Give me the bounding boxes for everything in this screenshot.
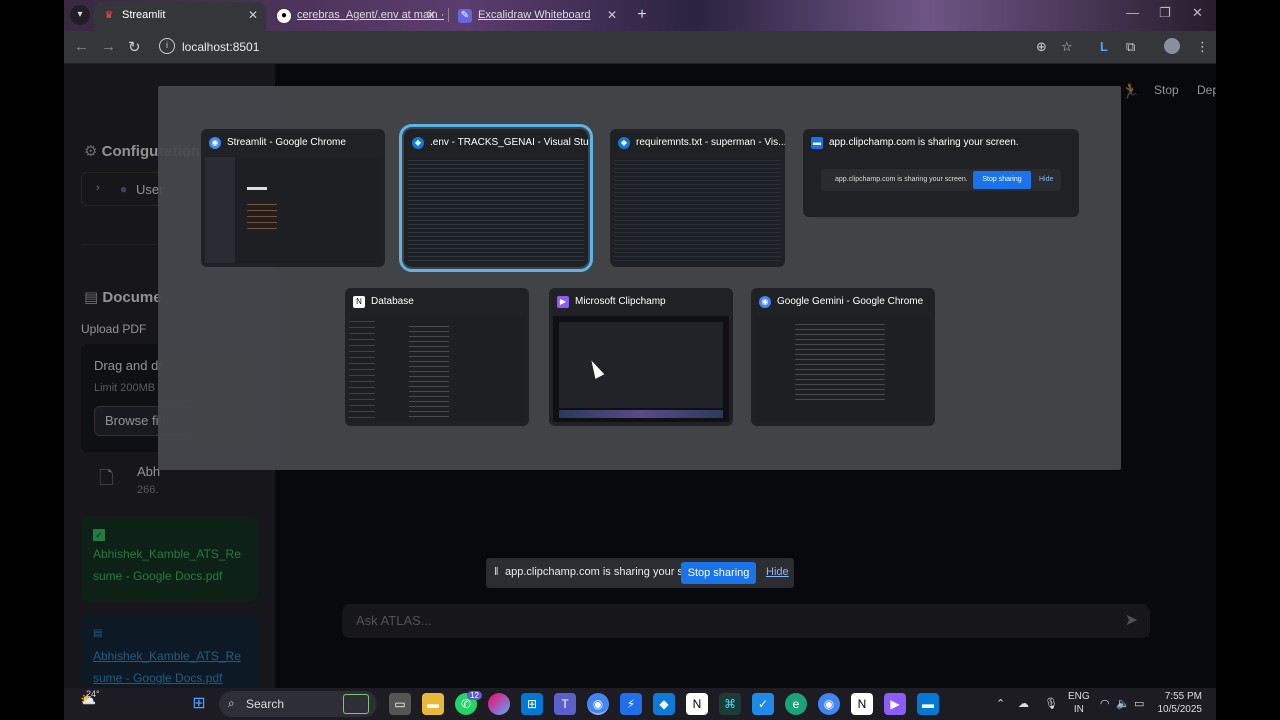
store-icon[interactable]: ⊞ — [521, 693, 543, 715]
window-preview — [755, 316, 931, 422]
close-icon[interactable]: ✕ — [607, 2, 617, 29]
profile-avatar[interactable] — [1164, 38, 1180, 54]
copilot-icon[interactable] — [488, 693, 510, 715]
close-icon[interactable]: ✕ — [248, 2, 258, 29]
star-icon[interactable]: ☆ — [1061, 39, 1073, 55]
zoom-icon[interactable]: ⊕ — [1036, 39, 1047, 55]
edge-icon[interactable]: e — [785, 693, 807, 715]
search-icon: ⌕ — [228, 696, 235, 710]
mic-icon[interactable]: 🎙 — [1044, 697, 1058, 710]
browser-toolbar: ← → ↻ i localhost:8501 ⊕ ☆ L ⧉ ⋮ — [64, 31, 1216, 64]
window-preview — [205, 157, 381, 263]
streamlit-icon: ♛ — [104, 10, 114, 21]
window-thumb-vscode-env[interactable]: ◆ .env - TRACKS_GENAI - Visual Studi... — [399, 124, 593, 272]
window-preview — [349, 316, 525, 422]
file-explorer-icon[interactable]: ▬ — [422, 693, 444, 715]
share-preview-text: app.clipchamp.com is sharing your screen… — [835, 176, 968, 183]
hide-link[interactable]: Hide — [766, 566, 789, 578]
window-thumb-database[interactable]: N Database — [345, 288, 529, 426]
minimize-icon[interactable]: — — [1126, 5, 1139, 20]
window-title: app.clipchamp.com is sharing your screen… — [829, 137, 1019, 148]
notion2-icon[interactable]: N — [851, 693, 873, 715]
tab-bar: ▾ ♛ Streamlit ✕ ● cerebras_Agent/.env at… — [64, 0, 1216, 31]
tab-title: Streamlit — [122, 9, 166, 21]
share-preview-hide: Hide — [1039, 176, 1054, 183]
teams-icon[interactable]: T — [554, 693, 576, 715]
browser-window: ▾ ♛ Streamlit ✕ ● cerebras_Agent/.env at… — [64, 0, 1216, 688]
extension-L-icon[interactable]: L — [1100, 39, 1108, 54]
window-preview — [553, 316, 729, 422]
taskbar: ⛅ 24° ⊞ ⌕ Search ▭ ▬ ✆ 12 ⊞ T ◉ ⚡ ◆ N ⌘ … — [64, 688, 1216, 720]
tab-separator — [448, 8, 449, 22]
share-preview-stop: Stop sharing — [973, 171, 1031, 189]
window-picker: ◉ Streamlit - Google Chrome ◆ .env - TRA… — [158, 86, 1121, 470]
back-icon[interactable]: ← — [74, 38, 89, 55]
weather-temp: 24° — [86, 689, 100, 699]
vscode-taskbar-icon[interactable]: ◆ — [653, 693, 675, 715]
app2-icon[interactable]: ⌘ — [719, 693, 741, 715]
stop-sharing-button[interactable]: Stop sharing — [681, 562, 756, 584]
address-bar[interactable]: i localhost:8501 — [152, 35, 1092, 60]
app3-icon[interactable]: ▬ — [917, 693, 939, 715]
drag-handle-icon[interactable]: ‖ — [494, 566, 499, 578]
site-info-icon[interactable]: i — [159, 38, 175, 54]
sharing-bar-preview: app.clipchamp.com is sharing your screen… — [821, 169, 1061, 191]
tab-excalidraw[interactable]: ✎ Excalidraw Whiteboard ✕ — [450, 2, 625, 31]
window-thumb-streamlit[interactable]: ◉ Streamlit - Google Chrome — [201, 129, 385, 267]
close-icon[interactable]: ✕ — [426, 2, 436, 29]
tab-streamlit[interactable]: ♛ Streamlit ✕ — [94, 2, 266, 31]
chrome-taskbar-icon[interactable]: ◉ — [587, 693, 609, 715]
task-view-icon[interactable]: ▭ — [389, 693, 411, 715]
url-text: localhost:8501 — [182, 40, 260, 54]
reload-icon[interactable]: ↻ — [128, 38, 141, 56]
tab-title: Excalidraw Whiteboard — [478, 9, 591, 21]
excalidraw-icon: ✎ — [458, 9, 472, 23]
screen-sharing-bar: ‖ app.clipchamp.com is sharing your scre… — [486, 558, 794, 588]
window-thumb-gemini[interactable]: ◉ Google Gemini - Google Chrome — [751, 288, 935, 426]
cloud-icon[interactable]: ☁ — [1018, 697, 1029, 710]
window-title: Streamlit - Google Chrome — [227, 137, 346, 148]
window-thumb-vscode-requirements[interactable]: ◆ requiremnts.txt - superman - Vis... — [610, 129, 785, 267]
forward-icon[interactable]: → — [101, 38, 116, 55]
search-label: Search — [246, 697, 285, 711]
window-title: Database — [371, 296, 414, 307]
window-title: Google Gemini - Google Chrome — [777, 296, 924, 307]
notification-badge: 12 — [467, 691, 482, 700]
window-thumb-sharing-bar[interactable]: ▬ app.clipchamp.com is sharing your scre… — [803, 129, 1079, 217]
close-window-icon[interactable]: ✕ — [1192, 5, 1203, 21]
maximize-icon[interactable]: ❐ — [1159, 5, 1171, 21]
clock[interactable]: 7:55 PM 10/5/2025 — [1158, 690, 1203, 716]
search-highlight-icon — [343, 694, 369, 714]
window-title: .env - TRACKS_GENAI - Visual Studi... — [430, 137, 588, 148]
window-title: requiremnts.txt - superman - Vis... — [636, 137, 785, 148]
new-tab-button[interactable]: + — [631, 4, 653, 26]
app-icon[interactable]: ⚡ — [620, 693, 642, 715]
chevron-up-icon[interactable]: ⌃ — [996, 697, 1005, 710]
window-preview — [614, 157, 781, 263]
github-icon: ● — [277, 9, 291, 23]
window-preview — [408, 157, 584, 263]
window-title: Microsoft Clipchamp — [575, 296, 666, 307]
notion-taskbar-icon[interactable]: N — [686, 693, 708, 715]
start-icon[interactable]: ⊞ — [188, 693, 210, 715]
screen: ▾ ♛ Streamlit ✕ ● cerebras_Agent/.env at… — [0, 0, 1280, 720]
menu-icon[interactable]: ⋮ — [1196, 39, 1209, 55]
language-indicator[interactable]: ENG IN — [1068, 690, 1090, 716]
tab-github[interactable]: ● cerebras_Agent/.env at main · a ✕ — [269, 2, 444, 31]
extensions-icon[interactable]: ⧉ — [1126, 39, 1135, 55]
window-thumb-clipchamp[interactable]: ▶ Microsoft Clipchamp — [549, 288, 733, 426]
tab-title: cerebras_Agent/.env at main · a — [297, 9, 444, 21]
battery-icon[interactable]: ▭ — [1134, 697, 1144, 710]
chrome2-icon[interactable]: ◉ — [818, 693, 840, 715]
clipchamp-taskbar-icon[interactable]: ▶ — [884, 693, 906, 715]
todo-icon[interactable]: ✓ — [752, 693, 774, 715]
taskbar-search[interactable]: ⌕ Search — [219, 691, 377, 717]
wifi-icon[interactable]: ◠ — [1100, 697, 1110, 710]
volume-icon[interactable]: 🔈 — [1116, 697, 1130, 710]
tab-search-dropdown-icon[interactable]: ▾ — [70, 5, 90, 25]
